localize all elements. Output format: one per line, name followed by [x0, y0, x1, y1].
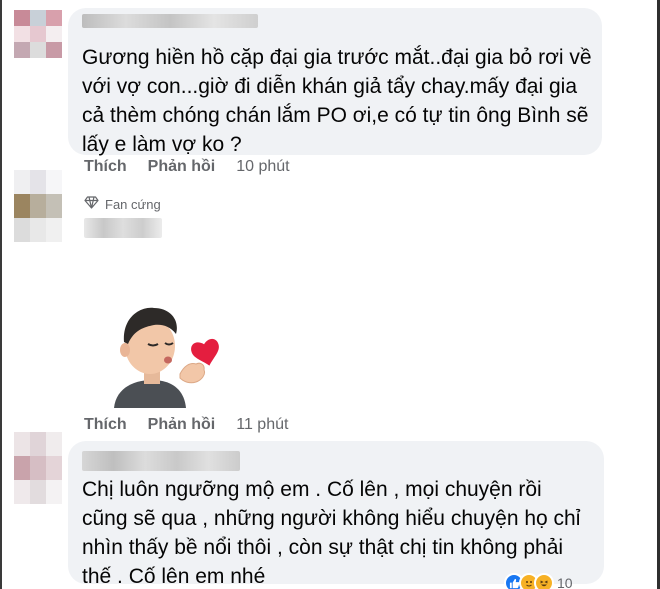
diamond-icon	[84, 196, 99, 212]
comment-actions: Thích Phản hồi 11 phút	[84, 416, 288, 434]
like-button[interactable]: Thích	[84, 158, 127, 176]
reply-button[interactable]: Phản hồi	[148, 416, 216, 434]
like-button[interactable]: Thích	[84, 416, 127, 434]
commenter-name[interactable]	[84, 218, 162, 238]
comment-actions: Thích Phản hồi 10 phút	[84, 158, 290, 176]
comment-timestamp[interactable]: 11 phút	[236, 416, 288, 434]
badge-label: Fan cứng	[105, 196, 161, 212]
commenter-name[interactable]	[82, 451, 240, 471]
comment-bubble: Gương hiền hồ cặp đại gia trước mắt..đại…	[68, 8, 602, 156]
blowing-kiss-avatar-sticker[interactable]	[110, 300, 222, 408]
commenter-name[interactable]	[82, 14, 258, 28]
haha-reaction-icon	[534, 573, 554, 589]
comment-bubble: Chị luôn ngưỡng mộ em . Cố lên , mọi chu…	[68, 441, 604, 588]
commenter-avatar[interactable]	[14, 10, 62, 58]
reply-button[interactable]: Phản hồi	[148, 158, 216, 176]
reaction-summary[interactable]: 10	[504, 573, 573, 589]
comment-text: Gương hiền hồ cặp đại gia trước mắt..đại…	[82, 46, 592, 156]
comment-timestamp[interactable]: 10 phút	[236, 158, 289, 176]
window-border-left	[0, 0, 2, 589]
commenter-avatar[interactable]	[14, 432, 62, 504]
commenter-avatar[interactable]	[14, 170, 62, 242]
fan-badge[interactable]: Fan cứng	[84, 196, 161, 212]
comment-text: Chị luôn ngưỡng mộ em . Cố lên , mọi chu…	[82, 478, 581, 588]
reaction-count: 10	[557, 575, 573, 589]
